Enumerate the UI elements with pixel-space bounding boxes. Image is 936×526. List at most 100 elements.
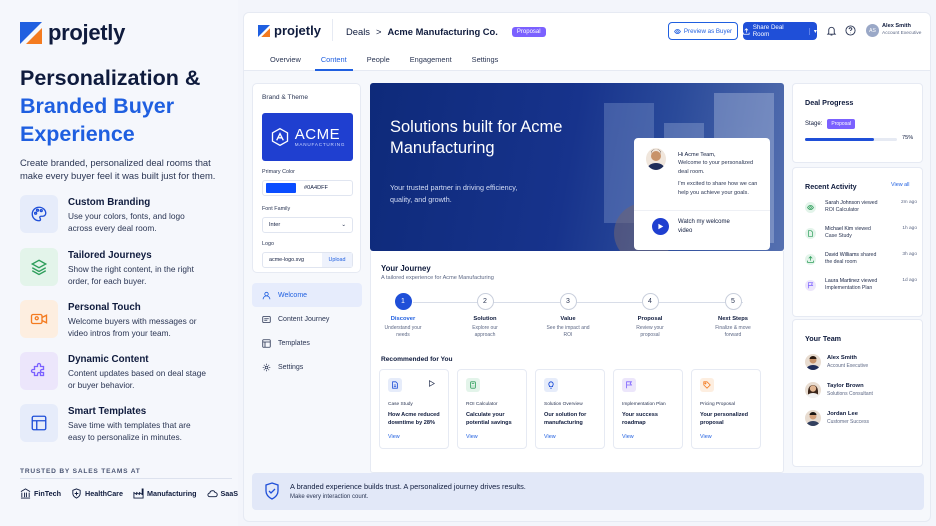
- headline-line-2: Branded Buyer: [20, 94, 175, 118]
- recommended-card-pricing-proposal[interactable]: Pricing Proposal Your personalized propo…: [691, 369, 761, 449]
- user-name: Alex Smith: [882, 23, 911, 29]
- card-title: Recent Activity: [805, 182, 857, 191]
- nav-item-welcome[interactable]: Welcome: [252, 283, 362, 307]
- avatar: [646, 148, 666, 170]
- view-link[interactable]: View: [544, 434, 556, 440]
- feature-desc: Show the right content, in the right ord…: [68, 264, 194, 286]
- watch-video-link[interactable]: Watch my welcome video: [678, 218, 738, 236]
- hero-title: Solutions built for Acme Manufacturing: [390, 118, 563, 157]
- acme-sub: MANUFACTURING: [294, 141, 346, 147]
- feature-title: Personal Touch: [68, 302, 141, 313]
- recommended-card-case-study[interactable]: Case Study How Acme reduced downtime by …: [379, 369, 449, 449]
- feature-dynamic-content: Dynamic Content Content updates based on…: [20, 352, 230, 391]
- recommended-card-roi-calculator[interactable]: ROI Calculator Calculate your potential …: [457, 369, 527, 449]
- status-badge: Proposal: [511, 26, 546, 37]
- play-video-button[interactable]: [652, 218, 669, 235]
- preview-as-buyer-button[interactable]: Preview as Buyer: [668, 22, 738, 40]
- share-icon: [805, 254, 816, 265]
- content-nav: Welcome Content Journey Templates Settin…: [252, 283, 362, 379]
- primary-color-label: Primary Color: [262, 169, 295, 175]
- primary-color-field[interactable]: #0A4DFF: [262, 180, 353, 196]
- step-next-steps[interactable]: 5 Next Steps Finalize & move forward: [701, 293, 765, 339]
- feature-desc: Content updates based on deal stage or b…: [68, 368, 206, 390]
- activity-item[interactable]: David Williams shared the deal room 3h ag…: [805, 252, 917, 272]
- feature-tailored-journeys: Tailored Journeys Show the right content…: [20, 248, 230, 287]
- step-value[interactable]: 3 Value See the impact and ROI: [536, 293, 600, 339]
- nav-item-settings[interactable]: Settings: [252, 355, 362, 379]
- activity-item[interactable]: Sarah Johnson viewed ROI Calculator 2m ag…: [805, 200, 917, 220]
- activity-item[interactable]: Michael Kim viewed Case Study 1h ago: [805, 226, 917, 246]
- color-swatch[interactable]: [266, 183, 296, 193]
- chevron-down-icon: ⌄: [341, 222, 346, 228]
- upload-button[interactable]: Upload: [322, 253, 352, 267]
- team-member[interactable]: Taylor Brown Solutions Consultant: [805, 382, 920, 402]
- progress-fill: [805, 138, 874, 141]
- view-all-link[interactable]: View all: [891, 182, 909, 188]
- feature-title: Dynamic Content: [68, 354, 149, 365]
- tag-icon: [700, 378, 714, 392]
- hero-banner: Solutions built for Acme Manufacturing Y…: [370, 83, 784, 251]
- section-subtitle: A tailored experience for Acme Manufactu…: [381, 275, 494, 281]
- app-logo-text: projetly: [274, 23, 321, 38]
- tab-settings[interactable]: Settings: [462, 55, 509, 71]
- tab-bar: Overview Content People Engagement Setti…: [260, 55, 508, 71]
- trusted-label: TRUSTED BY SALES TEAMS AT: [20, 468, 141, 475]
- play-icon: [658, 223, 664, 230]
- view-link[interactable]: View: [388, 434, 400, 440]
- card-title: Deal Progress: [805, 98, 854, 107]
- app-logo[interactable]: projetly: [258, 23, 321, 38]
- breadcrumb-deals[interactable]: Deals: [346, 26, 370, 37]
- avatar[interactable]: AS: [866, 24, 879, 37]
- brand-logo-preview: ACME MANUFACTURING: [262, 113, 353, 161]
- user-menu[interactable]: Alex Smith Account Executive: [882, 23, 921, 37]
- breadcrumb: Deals > Acme Manufacturing Co. Proposal: [346, 26, 546, 37]
- banner-subtitle: Make every interaction count.: [290, 494, 369, 500]
- tab-content[interactable]: Content: [311, 55, 357, 71]
- view-link[interactable]: View: [466, 434, 478, 440]
- brand-name: projetly: [48, 20, 126, 45]
- chevron-down-icon[interactable]: ▾: [808, 27, 817, 35]
- eye-icon: [805, 202, 816, 213]
- activity-item[interactable]: Laura Martinez viewed Implementation Plan…: [805, 278, 917, 298]
- logo-file-name: acme-logo.svg: [269, 257, 305, 263]
- share-deal-room-button[interactable]: Share Deal Room ▾: [743, 22, 817, 40]
- shield-check-icon: [265, 482, 279, 500]
- feature-title: Custom Branding: [68, 197, 151, 208]
- recommended-card-solution-overview[interactable]: Solution Overview Our solution for manuf…: [535, 369, 605, 449]
- team-member[interactable]: Jordan Lee Customer Success: [805, 410, 920, 430]
- feature-custom-branding: Custom Branding Use your colors, fonts, …: [20, 195, 230, 234]
- tab-overview[interactable]: Overview: [260, 55, 311, 71]
- feature-desc: Save time with templates that are easy t…: [68, 420, 191, 442]
- journey-icon: [262, 315, 271, 323]
- factory-icon: [133, 488, 144, 499]
- feature-desc: Use your colors, fonts, and logo across …: [68, 211, 185, 233]
- section-title: Your Journey: [381, 264, 431, 273]
- bell-icon[interactable]: [826, 25, 837, 36]
- trusted-logo-saas: SaaS: [206, 488, 238, 499]
- help-icon[interactable]: [845, 25, 856, 36]
- step-discover[interactable]: 1 Discover Understand your needs: [371, 293, 435, 339]
- play-icon[interactable]: [428, 380, 435, 387]
- team-member[interactable]: Alex Smith Account Executive: [805, 354, 920, 374]
- hex-value: #0A4DFF: [304, 185, 328, 191]
- projetly-logo-icon: [258, 24, 270, 37]
- avatar: [805, 382, 821, 398]
- tab-engagement[interactable]: Engagement: [400, 55, 462, 71]
- bank-icon: [20, 488, 31, 499]
- cloud-icon: [206, 490, 218, 498]
- recommended-card-implementation-plan[interactable]: Implementation Plan Your success roadmap…: [613, 369, 683, 449]
- view-link[interactable]: View: [700, 434, 712, 440]
- tab-people[interactable]: People: [357, 55, 400, 71]
- flag-icon: [622, 378, 636, 392]
- subtext: Create branded, personalized deal rooms …: [20, 157, 216, 181]
- step-solution[interactable]: 2 Solution Explore our approach: [453, 293, 517, 339]
- nav-item-templates[interactable]: Templates: [252, 331, 362, 355]
- view-link[interactable]: View: [622, 434, 634, 440]
- font-family-select[interactable]: Inter ⌄: [262, 217, 353, 233]
- welcome-message-card: Hi Acme Team, Welcome to your personaliz…: [634, 138, 770, 250]
- feature-desc: Welcome buyers with messages or video in…: [68, 316, 197, 338]
- card-title: Your Team: [805, 334, 842, 343]
- divider: [20, 478, 232, 479]
- nav-item-content-journey[interactable]: Content Journey: [252, 307, 362, 331]
- step-proposal[interactable]: 4 Proposal Review your proposal: [618, 293, 682, 339]
